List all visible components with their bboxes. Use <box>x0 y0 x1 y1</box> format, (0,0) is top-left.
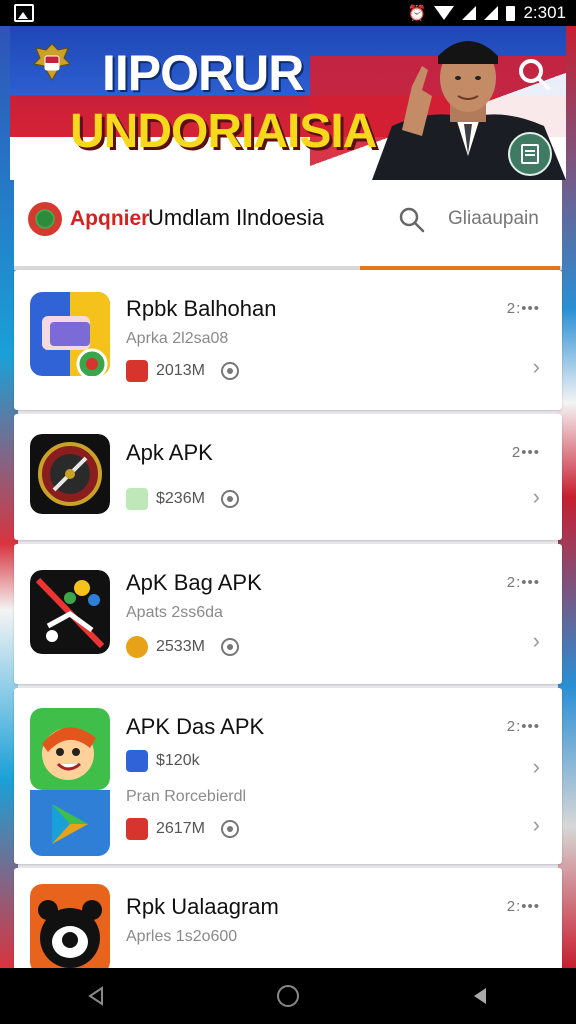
chevron-right-icon[interactable]: › <box>533 484 540 510</box>
document-menu-button[interactable] <box>508 132 552 176</box>
search-icon[interactable] <box>398 206 426 234</box>
search-tab-label[interactable]: Gliaaupain <box>448 208 539 230</box>
page-title: Umdlam Ilndoesia <box>148 205 325 230</box>
app-name: ApK Bag APK <box>126 570 262 595</box>
photo-app-icon <box>30 292 110 376</box>
list-item[interactable]: Rpk Ualaagram Aprles 1s2o600 2:••• <box>14 868 562 978</box>
app-name: Rpbk Balhohan <box>126 296 277 321</box>
signal-icon <box>462 6 477 20</box>
app-size: 2013M <box>156 362 205 379</box>
panda-app-icon <box>30 884 110 974</box>
settings-ring-icon <box>220 490 239 508</box>
banner-search-icon[interactable] <box>516 56 552 92</box>
recents-icon[interactable] <box>470 986 490 1006</box>
compass-app-icon <box>30 434 110 514</box>
clock: 2:301 <box>523 3 566 22</box>
app-size: 2533M <box>156 638 205 655</box>
app-size-secondary: 2617M <box>156 820 205 837</box>
list-item[interactable]: Rpbk Balhohan Aprka 2l2sa08 2013M 2:••• … <box>14 270 562 410</box>
chevron-right-icon[interactable]: › <box>533 354 540 380</box>
signal-icon-2 <box>484 6 499 20</box>
promo-banner[interactable]: IIPORUR UNDORIAISIA <box>10 26 566 180</box>
list-item[interactable]: Apk APK $236M 2••• › <box>14 414 562 540</box>
wifi-icon <box>434 6 455 20</box>
status-bar: ⏰ 2:301 <box>0 0 576 26</box>
play-store-app-icon <box>30 790 110 856</box>
timestamp: 2:••• <box>506 300 540 317</box>
timestamp: 2:••• <box>506 718 540 735</box>
app-subtitle: Aprles 1s2o600 <box>126 928 238 945</box>
brand-name: Apqnier <box>70 207 150 230</box>
chevron-right-icon[interactable]: › <box>533 754 540 780</box>
banner-title-line1: IIPORUR <box>102 45 304 101</box>
scissors-app-icon <box>30 570 110 654</box>
document-icon <box>521 144 539 164</box>
timestamp: 2:••• <box>506 574 540 591</box>
app-name: Rpk Ualaagram <box>126 894 279 919</box>
navigation-bar <box>0 968 576 1024</box>
tools-mini-icon <box>126 750 148 772</box>
settings-ring-icon <box>220 638 239 656</box>
timestamp: 2:••• <box>506 898 540 915</box>
garuda-emblem-icon <box>32 43 72 82</box>
app-meta: $236M <box>126 488 239 510</box>
app-meta: 2533M <box>126 636 239 658</box>
app-name: APK Das APK <box>126 714 265 739</box>
app-subtitle: Apats 2ss6da <box>126 604 223 621</box>
app-meta-secondary: 2617M <box>126 818 239 840</box>
chevron-right-icon[interactable]: › <box>533 628 540 654</box>
list-item[interactable]: ApK Bag APK Apats 2ss6da 2533M 2:••• › <box>14 544 562 684</box>
tools-mini-icon <box>126 818 148 840</box>
app-size: $236M <box>156 490 205 507</box>
home-icon[interactable] <box>276 985 299 1007</box>
app-size: $120k <box>156 752 200 769</box>
app-header: Apqnier Umdlam Ilndoesia Gliaaupain <box>14 180 562 270</box>
settings-ring-icon <box>220 362 239 380</box>
brand-logo-icon <box>28 202 62 236</box>
app-name: Apk APK <box>126 440 213 465</box>
app-subtitle: Pran Rorcebierdl <box>126 788 247 805</box>
chevron-right-icon-secondary[interactable]: › <box>533 812 540 838</box>
timestamp: 2••• <box>511 444 540 461</box>
battery-icon <box>506 5 516 21</box>
banner-title-line2: UNDORIAISIA <box>70 105 377 158</box>
app-meta: 2013M <box>126 360 239 382</box>
tools-mini-icon <box>126 360 148 382</box>
settings-ring-icon <box>220 820 239 838</box>
list-item[interactable]: APK Das APK $120k Pran Rorcebierdl 2617M… <box>14 688 562 864</box>
image-notification-icon <box>14 4 34 22</box>
alarm-icon: ⏰ <box>407 4 427 22</box>
app-subtitle: Aprka 2l2sa08 <box>126 330 229 347</box>
cartoon-face-app-icon <box>30 708 110 790</box>
tools-mini-icon <box>126 488 148 510</box>
back-icon[interactable] <box>86 986 106 1006</box>
app-meta: $120k <box>126 750 200 772</box>
game-mini-icon <box>126 636 148 658</box>
